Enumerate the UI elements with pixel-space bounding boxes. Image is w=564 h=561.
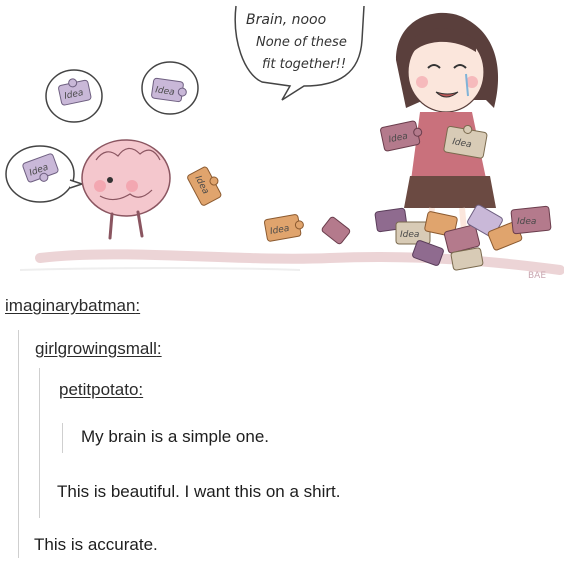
artist-watermark: BAE	[528, 271, 546, 281]
thought-bubble-left: Idea	[45, 69, 103, 123]
reblog-thread: imaginarybatman: girlgrowingsmall: petit…	[0, 288, 564, 561]
post-text-imaginarybatman: This is accurate.	[34, 535, 158, 554]
svg-text:None of these: None of these	[256, 35, 347, 50]
quote-bar	[62, 423, 63, 453]
svg-text:Brain, nooo: Brain, nooo	[246, 12, 326, 28]
puzzle-piece-icon: Idea	[263, 214, 304, 242]
svg-text:Idea: Idea	[400, 230, 419, 240]
username-colon: :	[156, 339, 162, 358]
username-girlgrowingsmall[interactable]: girlgrowingsmall:	[35, 339, 162, 359]
puzzle-piece-icon: Idea	[443, 124, 488, 159]
post-text-petitpotato: My brain is a simple one.	[81, 427, 270, 446]
comic-illustration: Idea Idea Idea Idea Idea Brain, nooo Non…	[5, 5, 564, 281]
username-colon: :	[138, 380, 144, 399]
quote-bar	[39, 368, 40, 518]
thought-bubble-middle: Idea	[141, 61, 199, 115]
girl-speech-bubble: Brain, nooo None of these fit together!!	[234, 5, 365, 101]
svg-text:Idea: Idea	[517, 217, 536, 227]
username-imaginarybatman[interactable]: imaginarybatman:	[5, 296, 140, 316]
svg-text:fit together!!: fit together!!	[262, 57, 346, 72]
brain-speech-bubble: Idea	[5, 145, 85, 203]
username-petitpotato[interactable]: petitpotato:	[59, 380, 143, 400]
post-text-girlgrowingsmall: This is beautiful. I want this on a shir…	[57, 482, 341, 501]
brain-character	[81, 139, 171, 240]
puzzle-piece-icon	[321, 216, 351, 245]
username-colon: :	[135, 296, 141, 315]
puzzle-piece-icon: Idea	[187, 166, 222, 206]
quote-bar	[18, 330, 19, 558]
